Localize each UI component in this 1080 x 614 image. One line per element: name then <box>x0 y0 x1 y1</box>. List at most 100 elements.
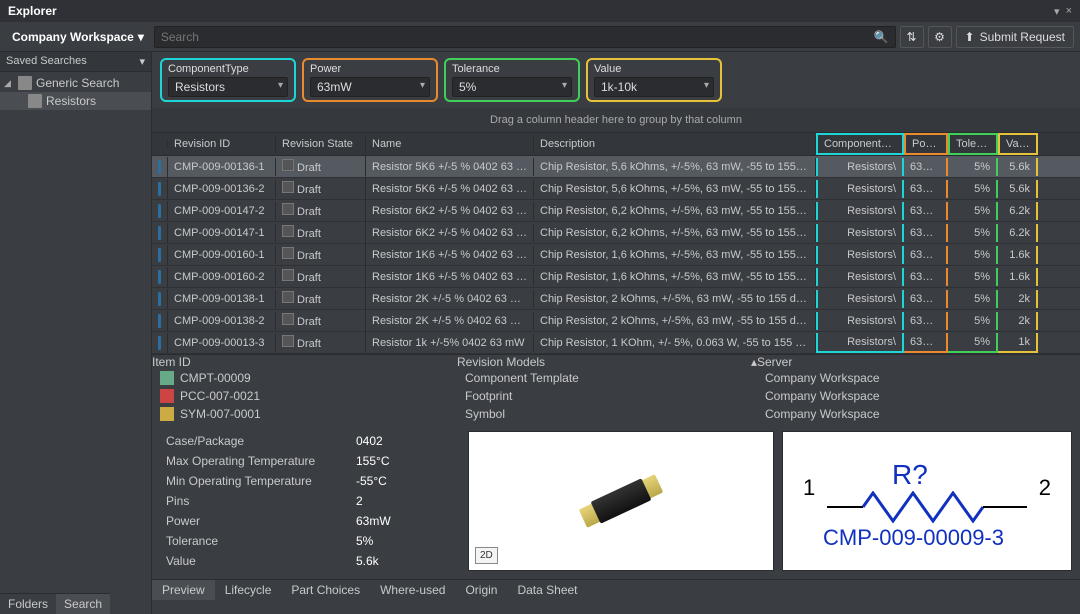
col-tolerance[interactable]: Tolerance <box>948 133 998 155</box>
col-revision-models[interactable]: Revision Models ▴ <box>457 355 757 369</box>
group-hint: Drag a column header here to group by th… <box>152 108 1080 132</box>
param-key: Pins <box>166 494 356 508</box>
table-row[interactable]: CMP-009-00013-3 Draft Resistor 1k +/-5% … <box>152 332 1080 354</box>
cell-name: Resistor 5K6 +/-5 % 0402 63 mW <box>366 180 534 198</box>
table-row[interactable]: CMP-009-00138-2 Draft Resistor 2K +/-5 %… <box>152 310 1080 332</box>
row-icon <box>152 223 168 243</box>
cell-tolerance: 5% <box>948 290 998 308</box>
param-key: Power <box>166 514 356 528</box>
view-mode-badge[interactable]: 2D <box>475 547 498 564</box>
swap-button[interactable]: ⇅ <box>900 26 924 48</box>
cell-tolerance: 5% <box>948 224 998 242</box>
document-icon <box>158 248 161 262</box>
col-revision-state[interactable]: Revision State <box>276 135 366 153</box>
table-row[interactable]: CMP-009-00138-1 Draft Resistor 2K +/-5 %… <box>152 288 1080 310</box>
tab-origin[interactable]: Origin <box>455 580 507 600</box>
window-title: Explorer <box>8 4 57 18</box>
main-area: Saved Searches ▾ ◢ Generic Search Resist… <box>0 52 1080 614</box>
col-item-id[interactable]: Item ID <box>152 355 457 369</box>
symbol-viewer[interactable]: R? 1 2 CMP-009-00009-3 <box>782 431 1072 571</box>
col-name[interactable]: Name <box>366 135 534 153</box>
settings-button[interactable]: ⚙ <box>928 26 952 48</box>
expand-icon[interactable]: ◢ <box>4 78 14 89</box>
filter-componenttype: ComponentType Resistors <box>160 58 296 102</box>
col-server[interactable]: Server <box>757 355 1080 369</box>
pin-icon[interactable]: ▾ <box>1054 5 1060 18</box>
col-description[interactable]: Description <box>534 135 816 153</box>
table-row[interactable]: CMP-009-00136-1 Draft Resistor 5K6 +/-5 … <box>152 156 1080 178</box>
table-row[interactable]: CMP-009-00147-1 Draft Resistor 6K2 +/-5 … <box>152 222 1080 244</box>
tab-part-choices[interactable]: Part Choices <box>281 580 370 600</box>
tree-item-generic-search[interactable]: ◢ Generic Search <box>0 74 151 92</box>
filter-dropdown[interactable]: 63mW <box>310 77 430 97</box>
col-power[interactable]: Power <box>904 133 948 155</box>
component-3d-model <box>576 466 665 536</box>
state-swatch-icon <box>282 269 294 281</box>
tab-folders[interactable]: Folders <box>0 593 56 614</box>
col-value[interactable]: Value <box>998 133 1038 155</box>
cell-server: Company Workspace <box>757 387 1080 405</box>
submit-label: Submit Request <box>980 30 1065 44</box>
submit-request-button[interactable]: ⬆ Submit Request <box>956 26 1074 48</box>
content-area: ComponentType ResistorsPower 63mWToleran… <box>152 52 1080 614</box>
cell-description: Chip Resistor, 5,6 kOhms, +/-5%, 63 mW, … <box>534 180 816 198</box>
col-revision-id[interactable]: Revision ID <box>168 135 276 153</box>
details-row[interactable]: SYM-007-0001 Symbol Company Workspace <box>152 405 1080 423</box>
cell-state: Draft <box>276 266 366 287</box>
chevron-down-icon[interactable]: ▾ <box>139 55 145 68</box>
document-icon <box>158 182 161 196</box>
component-id-text: CMP-009-00009-3 <box>823 525 1004 551</box>
cell-power: 63mW <box>904 246 948 264</box>
cell-state: Draft <box>276 310 366 331</box>
tab-preview[interactable]: Preview <box>152 580 215 600</box>
state-swatch-icon <box>282 225 294 237</box>
tab-lifecycle[interactable]: Lifecycle <box>215 580 282 600</box>
close-icon[interactable]: × <box>1066 5 1072 18</box>
cell-value: 2k <box>998 312 1038 330</box>
param-key: Max Operating Temperature <box>166 454 356 468</box>
filter-dropdown[interactable]: 1k-10k <box>594 77 714 97</box>
cell-component-type: Resistors\ <box>816 290 904 308</box>
filter-dropdown[interactable]: Resistors <box>168 77 288 97</box>
cell-tolerance: 5% <box>948 246 998 264</box>
param-value: 155°C <box>356 454 390 468</box>
document-icon <box>158 270 161 284</box>
state-swatch-icon <box>282 181 294 193</box>
table-row[interactable]: CMP-009-00147-2 Draft Resistor 6K2 +/-5 … <box>152 200 1080 222</box>
cell-server: Company Workspace <box>757 369 1080 387</box>
row-icon <box>152 201 168 221</box>
tab-search[interactable]: Search <box>56 593 110 614</box>
cell-name: Resistor 6K2 +/-5 % 0402 63 mW <box>366 224 534 242</box>
details-row[interactable]: CMPT-00009 Component Template Company Wo… <box>152 369 1080 387</box>
filter-dropdown[interactable]: 5% <box>452 77 572 97</box>
cell-component-type: Resistors\ <box>816 202 904 220</box>
table-row[interactable]: CMP-009-00136-2 Draft Resistor 5K6 +/-5 … <box>152 178 1080 200</box>
cell-value: 1.6k <box>998 246 1038 264</box>
filter-row: ComponentType ResistorsPower 63mWToleran… <box>152 52 1080 108</box>
detail-tabs: PreviewLifecyclePart ChoicesWhere-usedOr… <box>152 579 1080 600</box>
cell-component-type: Resistors\ <box>816 224 904 242</box>
search-box[interactable]: 🔍 <box>154 26 896 48</box>
cell-name: Resistor 5K6 +/-5 % 0402 63 mW <box>366 158 534 176</box>
cell-name: Resistor 1K6 +/-5 % 0402 63 mW <box>366 246 534 264</box>
cell-revision-model: Symbol <box>457 405 757 423</box>
cell-component-type: Resistors\ <box>816 312 904 330</box>
table-row[interactable]: CMP-009-00160-2 Draft Resistor 1K6 +/-5 … <box>152 266 1080 288</box>
document-icon <box>158 226 161 240</box>
tree-item-resistors[interactable]: Resistors <box>0 92 151 110</box>
search-input[interactable] <box>161 30 874 44</box>
cell-description: Chip Resistor, 1 KOhm, +/- 5%, 0.063 W, … <box>534 334 816 352</box>
3d-viewer[interactable]: 2D <box>468 431 774 571</box>
tab-data-sheet[interactable]: Data Sheet <box>507 580 587 600</box>
cell-revision-id: CMP-009-00147-1 <box>168 224 276 242</box>
cell-power: 63mW <box>904 180 948 198</box>
cell-power: 63mW <box>904 158 948 176</box>
table-row[interactable]: CMP-009-00160-1 Draft Resistor 1K6 +/-5 … <box>152 244 1080 266</box>
col-component-type[interactable]: ComponentType <box>816 133 904 155</box>
cell-state: Draft <box>276 178 366 199</box>
tab-where-used[interactable]: Where-used <box>370 580 455 600</box>
search-icon[interactable]: 🔍 <box>874 30 889 44</box>
cell-state: Draft <box>276 332 366 353</box>
details-row[interactable]: PCC-007-0021 Footprint Company Workspace <box>152 387 1080 405</box>
workspace-dropdown[interactable]: Company Workspace ▾ <box>6 26 150 48</box>
